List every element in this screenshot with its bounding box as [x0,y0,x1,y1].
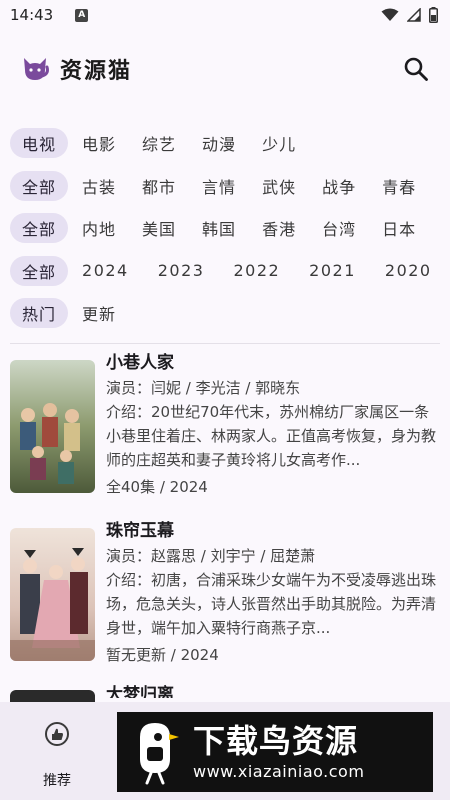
app-title: 资源猫 [60,58,133,84]
chip-year-all[interactable]: 全部 [10,255,69,286]
item-title[interactable]: 小巷人家 [106,350,440,376]
media-list: 小巷人家 演员：闫妮 / 李光洁 / 郭晓东 介绍：20世纪70年代末，苏州棉纺… [0,344,450,680]
chip-year-2024[interactable]: 2024 [70,256,141,286]
item-info: 珠帘玉幕 演员：赵露思 / 刘宇宁 / 屈楚萧 介绍：初唐，合浦采珠少女端午为不… [106,518,440,668]
item-info: 小巷人家 演员：闫妮 / 李光洁 / 郭晓东 介绍：20世纪70年代末，苏州棉纺… [106,350,440,500]
item-meta: 全40集 / 2024 [106,478,208,496]
chip-type-tv[interactable]: 电视 [10,128,69,159]
poster-image[interactable] [10,528,95,661]
status-time: 14:43 [10,6,54,24]
chip-type-movie[interactable]: 电影 [70,128,128,158]
item-meta: 暂无更新 / 2024 [106,646,219,664]
watermark-url: www.xiazainiao.com [193,762,365,781]
chip-year-2022[interactable]: 2022 [221,256,292,286]
battery-icon [429,7,438,23]
item-title-partial[interactable]: 大梦归离 [106,682,174,698]
thumbs-up-icon [45,722,69,746]
region-filter-row: 全部 内地 美国 韩国 香港 台湾 日本 [0,207,450,250]
signal-icon [407,8,421,22]
watermark-banner: 下载鸟资源 www.xiazainiao.com [117,712,433,792]
item-intro: 介绍：20世纪70年代末，苏州棉纺厂家属区一条小巷里住着庄、林两家人。正值高考恢… [106,403,437,469]
filter-panel: 电视 电影 综艺 动漫 少儿 全部 古装 都市 言情 武侠 战争 青春 全部 内… [0,122,450,335]
chip-region-mainland[interactable]: 内地 [70,213,128,243]
item-actors: 演员：闫妮 / 李光洁 / 郭晓东 [106,379,301,397]
chip-type-kids[interactable]: 少儿 [250,128,308,158]
genre-filter-row: 全部 古装 都市 言情 武侠 战争 青春 [0,165,450,208]
chip-genre-wuxia[interactable]: 武侠 [250,171,308,201]
nav-label: 推荐 [43,773,71,789]
chip-genre-urban[interactable]: 都市 [130,171,188,201]
chip-region-hongkong[interactable]: 香港 [250,213,308,243]
bird-logo-icon [140,723,179,785]
chip-genre-war[interactable]: 战争 [310,171,368,201]
chip-year-2021[interactable]: 2021 [297,256,368,286]
list-item[interactable]: 珠帘玉幕 演员：赵露思 / 刘宇宁 / 屈楚萧 介绍：初唐，合浦采珠少女端午为不… [0,512,450,680]
chip-region-taiwan[interactable]: 台湾 [310,213,368,243]
notification-badge: A [75,8,89,22]
chip-genre-costume[interactable]: 古装 [70,171,128,201]
chip-type-anime[interactable]: 动漫 [190,128,248,158]
watermark-text: 下载鸟资源 [193,722,359,760]
chip-year-2020[interactable]: 2020 [373,256,444,286]
year-filter-row: 全部 2024 2023 2022 2021 2020 20 [0,250,450,293]
status-bar: 14:43 A [0,0,450,30]
sort-filter-row: 热门 更新 [0,292,450,335]
chip-genre-romance[interactable]: 言情 [190,171,248,201]
chip-region-usa[interactable]: 美国 [130,213,188,243]
item-title[interactable]: 珠帘玉幕 [106,518,440,544]
list-item[interactable]: 小巷人家 演员：闫妮 / 李光洁 / 郭晓东 介绍：20世纪70年代末，苏州棉纺… [0,344,450,512]
poster-image-partial[interactable] [10,690,95,702]
item-actors: 演员：赵露思 / 刘宇宁 / 屈楚萧 [106,547,316,565]
poster-image[interactable] [10,360,95,493]
type-filter-row: 电视 电影 综艺 动漫 少儿 [0,122,450,165]
chip-sort-hot[interactable]: 热门 [10,298,69,329]
chip-region-japan[interactable]: 日本 [370,213,428,243]
cat-icon [24,58,49,80]
chip-region-all[interactable]: 全部 [10,213,69,244]
nav-recommend[interactable]: 推荐 [22,720,92,790]
chip-year-2023[interactable]: 2023 [146,256,217,286]
chip-genre-all[interactable]: 全部 [10,170,69,201]
wifi-icon [381,8,399,21]
chip-region-korea[interactable]: 韩国 [190,213,248,243]
chip-genre-youth[interactable]: 青春 [370,171,428,201]
chip-sort-updated[interactable]: 更新 [70,298,128,328]
search-icon[interactable] [402,55,430,83]
app-header: 资源猫 [0,44,450,94]
item-intro: 介绍：初唐，合浦采珠少女端午为不受凌辱逃出珠场，危急关头，诗人张晋然出手助其脱险… [106,571,437,637]
chip-type-variety[interactable]: 综艺 [130,128,188,158]
